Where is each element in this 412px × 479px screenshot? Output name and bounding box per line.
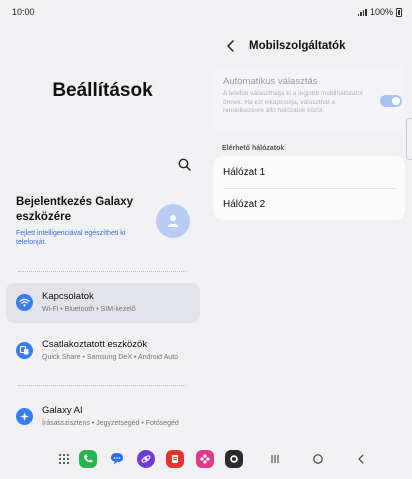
gallery-icon[interactable] [196,450,214,468]
menu-item-label: Galaxy AI [42,405,83,416]
galaxy-ai-icon [16,408,33,425]
battery-icon [396,7,402,17]
back-icon[interactable] [352,450,370,468]
internet-icon[interactable] [137,450,155,468]
office-icon[interactable] [166,450,184,468]
network-item-2[interactable]: Hálózat 2 [213,188,405,220]
toggle-knob [392,97,400,105]
scroll-handle[interactable] [406,118,412,160]
auto-select-toggle[interactable] [380,95,402,107]
apps-grid-icon[interactable] [55,450,73,468]
menu-item-subtitle: Quick Share • Samsung DeX • Android Auto [42,354,179,361]
auto-select-description: A telefon választhatja ki a legjobb mobi… [223,90,363,114]
divider [18,271,186,272]
account-subtitle: Fejlett intelligenciával egészítheti ki … [16,230,126,246]
menu-item-label: Csatlakoztatott eszközök [42,339,148,350]
section-label: Elérhető hálózatok [222,145,285,152]
menu-item-label: Kapcsolatok [42,291,94,302]
taskbar [0,448,412,479]
menu-item-subtitle: Wi-Fi • Bluetooth • SIM-kezelő [42,306,136,313]
connected-devices-icon [16,342,33,359]
menu-item-connections[interactable]: Kapcsolatok Wi-Fi • Bluetooth • SIM-keze… [6,283,200,323]
settings-list-pane: Beállítások Bejelentkezés Galaxy eszközé… [0,24,205,444]
search-icon [178,158,191,171]
auto-select-card[interactable]: Automatikus választás A telefon választh… [213,66,405,134]
home-icon[interactable] [309,450,327,468]
back-button[interactable] [219,36,243,56]
divider [18,385,186,386]
page-title: Beállítások [52,80,153,101]
galaxy-account-card[interactable]: Bejelentkezés Galaxy eszközére Fejlett i… [16,195,201,265]
header-title: Mobilszolgáltatók [249,40,346,52]
account-title: Bejelentkezés Galaxy eszközére [16,196,133,223]
search-button[interactable] [175,155,195,175]
divider [223,188,395,189]
auto-select-title: Automatikus választás [223,76,318,87]
chevron-left-icon [227,40,234,52]
status-bar: 10:00 100% [0,0,412,24]
avatar[interactable] [156,204,190,238]
network-list: Hálózat 1 Hálózat 2 [213,156,405,220]
mobile-networks-pane: Mobilszolgáltatók Automatikus választás … [205,24,412,444]
person-icon [167,215,179,227]
network-item-1[interactable]: Hálózat 1 [213,156,405,188]
camera-icon[interactable] [225,450,243,468]
battery-percent: 100% [369,7,393,17]
signal-icon [357,8,367,16]
menu-item-galaxy-ai[interactable]: Galaxy AI Írásasszisztens • Jegyzetsegéd… [6,397,200,445]
recent-apps-icon[interactable] [266,450,284,468]
status-indicators: 100% [357,7,402,17]
wifi-icon [16,294,33,311]
menu-item-subtitle: Írásasszisztens • Jegyzetsegéd • Fotóseg… [42,420,179,427]
header: Mobilszolgáltatók [205,36,412,56]
messages-icon[interactable] [108,450,126,468]
status-time: 10:00 [12,7,35,17]
phone-icon[interactable] [79,450,97,468]
menu-item-connected-devices[interactable]: Csatlakoztatott eszközök Quick Share • S… [6,331,200,379]
